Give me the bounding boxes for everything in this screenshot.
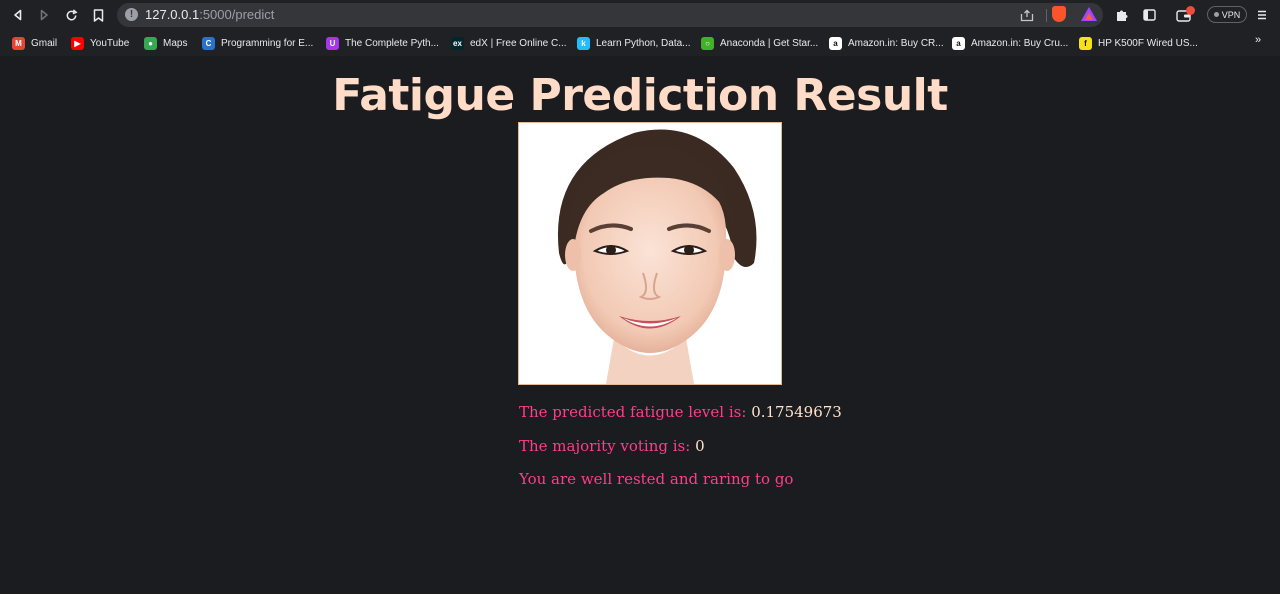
bookmark-item[interactable]: a Amazon.in: Buy CR...	[829, 35, 944, 51]
result-message: You are well rested and raring to go	[519, 470, 794, 488]
bookmark-label: The Complete Pyth...	[345, 37, 439, 49]
bookmark-label: edX | Free Online C...	[470, 37, 567, 49]
bookmark-label: Anaconda | Get Star...	[720, 37, 819, 49]
back-icon[interactable]	[8, 5, 28, 25]
majority-voting-line: The majority voting is: 0	[519, 437, 705, 455]
bookmark-label: YouTube	[90, 37, 130, 49]
bookmark-item[interactable]: ○ Anaconda | Get Star...	[701, 35, 818, 51]
majority-voting-label: The majority voting is:	[519, 437, 691, 455]
menu-icon[interactable]	[1252, 5, 1272, 25]
coursera-icon: C	[202, 36, 215, 50]
bookmark-label: Amazon.in: Buy CR...	[848, 37, 944, 49]
bookmarks-bar: M Gmail ▶ YouTube ● Maps C Programming for E...…	[0, 30, 1280, 56]
bookmark-item[interactable]: U The Complete Pyth...	[326, 35, 439, 51]
bookmark-item[interactable]: C Programming for E...	[202, 35, 313, 51]
fatigue-level-value: 0.17549673	[751, 403, 842, 421]
majority-voting-value: 0	[695, 437, 705, 455]
browser-toolbar: ! 127.0.0.1:5000/predict VPN	[0, 0, 1280, 30]
url-text[interactable]: 127.0.0.1:5000/predict	[145, 7, 274, 22]
fatigue-level-line: The predicted fatigue level is: 0.175496…	[519, 403, 842, 421]
brave-rewards-icon[interactable]	[1081, 7, 1097, 21]
kaggle-icon: k	[577, 36, 590, 50]
flipkart-icon: f	[1079, 36, 1092, 50]
reload-icon[interactable]	[61, 5, 81, 25]
bookmark-item[interactable]: a Amazon.in: Buy Cru...	[952, 35, 1068, 51]
maps-icon: ●	[144, 36, 157, 50]
vpn-button[interactable]: VPN	[1207, 6, 1247, 23]
notification-badge	[1186, 6, 1195, 15]
forward-icon[interactable]	[34, 5, 54, 25]
address-bar-divider	[1046, 9, 1047, 22]
udemy-icon: U	[326, 36, 339, 50]
page-title: Fatigue Prediction Result	[332, 70, 948, 121]
bookmark-label: HP K500F Wired US...	[1098, 37, 1198, 49]
brave-shield-icon[interactable]	[1052, 6, 1066, 22]
bookmark-item[interactable]: M Gmail	[12, 35, 57, 51]
face-image	[518, 122, 782, 385]
bookmark-label: Maps	[163, 37, 188, 49]
info-icon[interactable]: !	[125, 8, 138, 21]
amazon-icon: a	[952, 36, 965, 50]
fatigue-level-label: The predicted fatigue level is:	[519, 403, 747, 421]
bookmark-icon[interactable]	[88, 5, 108, 25]
bookmark-item[interactable]: ● Maps	[144, 35, 187, 51]
bookmark-label: Gmail	[31, 37, 58, 49]
bookmark-label: Learn Python, Data...	[596, 37, 691, 49]
bookmark-item[interactable]: ex edX | Free Online C...	[451, 35, 567, 51]
bookmark-label: Programming for E...	[221, 37, 314, 49]
bookmark-item[interactable]: k Learn Python, Data...	[577, 35, 691, 51]
bookmark-label: Amazon.in: Buy Cru...	[971, 37, 1069, 49]
anaconda-icon: ○	[701, 36, 714, 50]
youtube-icon: ▶	[71, 36, 84, 50]
edx-icon: ex	[451, 36, 464, 50]
sidebar-icon[interactable]	[1139, 5, 1159, 25]
puzzle-icon[interactable]	[1112, 5, 1132, 25]
bookmarks-overflow-button[interactable]: »	[1255, 34, 1261, 46]
bookmark-item[interactable]: f HP K500F Wired US...	[1079, 35, 1198, 51]
bookmark-item[interactable]: ▶ YouTube	[71, 35, 129, 51]
share-icon[interactable]	[1019, 7, 1035, 23]
gmail-icon: M	[12, 36, 25, 50]
address-bar[interactable]: ! 127.0.0.1:5000/predict	[117, 3, 1103, 27]
amazon-icon: a	[829, 36, 842, 50]
